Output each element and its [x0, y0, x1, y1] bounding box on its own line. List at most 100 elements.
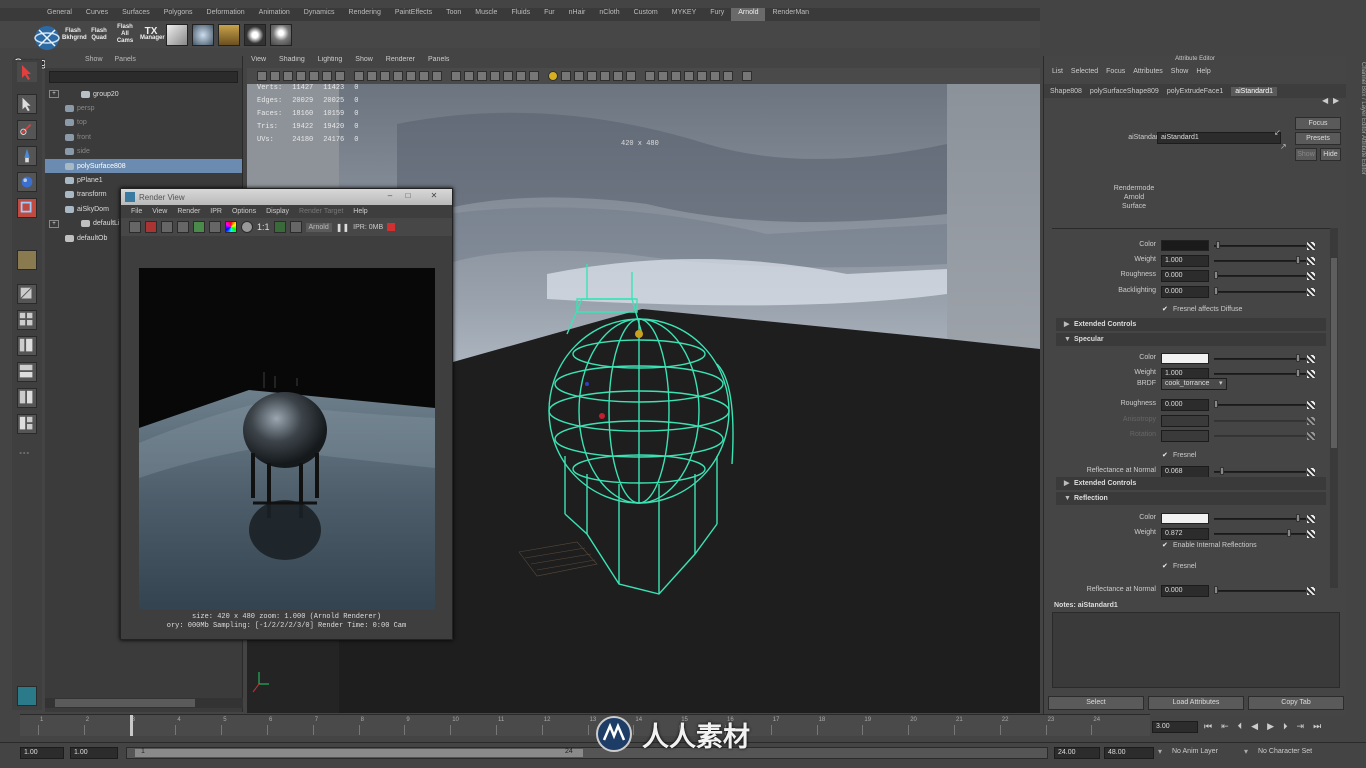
- attr-slider[interactable]: [1214, 471, 1306, 473]
- outliner-item[interactable]: top: [45, 116, 242, 130]
- section-header[interactable]: ▼ Reflection: [1056, 492, 1326, 505]
- pause-icon[interactable]: ❚❚: [336, 223, 349, 232]
- map-texture-icon[interactable]: [1307, 257, 1315, 265]
- map-texture-icon[interactable]: [1307, 432, 1315, 440]
- step-back-frame-icon[interactable]: ⏴: [1238, 721, 1243, 735]
- ipr-render-icon[interactable]: [177, 221, 189, 233]
- outliner-item[interactable]: side: [45, 145, 242, 159]
- side-dock-tabs[interactable]: Channel Box / Layer Editor Attribute Edi…: [1348, 62, 1366, 272]
- attr-slider[interactable]: [1214, 533, 1306, 535]
- viewport-tool-icon[interactable]: [432, 71, 442, 81]
- map-texture-icon[interactable]: [1307, 272, 1315, 280]
- shelf-tab-polygons[interactable]: Polygons: [157, 8, 200, 21]
- shelf-tab-curves[interactable]: Curves: [79, 8, 115, 21]
- render-view-titlebar[interactable]: Render View – □ ✕: [121, 189, 452, 205]
- shelf-tab-mykey[interactable]: MYKEY: [665, 8, 704, 21]
- viewport-tool-icon[interactable]: [322, 71, 332, 81]
- shelf-button-skydome[interactable]: [166, 23, 188, 46]
- viewport-tool-icon[interactable]: [296, 71, 306, 81]
- go-to-end-icon[interactable]: ⏭: [1313, 721, 1321, 735]
- redo-render-icon[interactable]: [129, 221, 141, 233]
- viewport-tool-icon[interactable]: [671, 71, 681, 81]
- shelf-button-mesh-light[interactable]: [270, 23, 292, 46]
- map-texture-icon[interactable]: [1307, 587, 1315, 595]
- viewport-tool-icon[interactable]: [645, 71, 655, 81]
- shelf-tab-deformation[interactable]: Deformation: [200, 8, 252, 21]
- render-menu-display[interactable]: Display: [266, 208, 289, 215]
- load-attributes-button[interactable]: Load Attributes: [1148, 696, 1244, 710]
- viewport-tool-icon[interactable]: [270, 71, 280, 81]
- viewport-tool-icon[interactable]: [257, 71, 267, 81]
- notes-field[interactable]: [1052, 612, 1340, 688]
- attr-slider[interactable]: [1214, 275, 1306, 277]
- viewport-tool-icon[interactable]: [419, 71, 429, 81]
- render-globe-icon[interactable]: [17, 686, 37, 706]
- outliner-item[interactable]: front: [45, 130, 242, 144]
- attr-slider-knob[interactable]: [1214, 287, 1218, 295]
- refresh-ipr-icon[interactable]: [193, 221, 205, 233]
- map-texture-icon[interactable]: [1307, 530, 1315, 538]
- render-menu-render-target[interactable]: Render Target: [299, 208, 343, 215]
- attr-slider-knob[interactable]: [1214, 586, 1218, 594]
- viewport-tool-icon[interactable]: [710, 71, 720, 81]
- map-texture-icon[interactable]: [1307, 355, 1315, 363]
- shelf-tab-rendering[interactable]: Rendering: [342, 8, 388, 21]
- shelf-tab-ncloth[interactable]: nCloth: [592, 8, 626, 21]
- scale-tool-icon[interactable]: [17, 198, 37, 218]
- shelf-button-flash-bkhgrnd[interactable]: Flash Bkhgrnd: [62, 24, 87, 46]
- layout-four-icon[interactable]: [17, 310, 37, 330]
- character-set-dropdown[interactable]: No Character Set: [1258, 748, 1312, 755]
- shelf-button-area-light[interactable]: [218, 23, 240, 46]
- brdf-dropdown[interactable]: cook_torrance: [1161, 378, 1227, 390]
- expand-icon[interactable]: +: [49, 219, 59, 228]
- layout-persp-graph-icon[interactable]: [17, 414, 37, 434]
- zoom-ratio-button[interactable]: 1:1: [257, 222, 270, 232]
- outliner-scrollbar[interactable]: [45, 698, 243, 708]
- attr-value-field[interactable]: 0.000: [1161, 286, 1209, 298]
- shelf-tab-arnold[interactable]: Arnold: [731, 8, 766, 21]
- move-tool-icon[interactable]: [17, 172, 37, 192]
- animation-end-field[interactable]: 48.00: [1104, 747, 1154, 759]
- viewport-menu-panels[interactable]: Panels: [428, 56, 449, 68]
- layout-hypershade-icon[interactable]: [17, 388, 37, 408]
- stop-render-icon[interactable]: [387, 223, 396, 231]
- shelf-button-flash-allcams[interactable]: Flash All Cams: [114, 24, 136, 46]
- attr-slider[interactable]: [1214, 358, 1306, 360]
- color-swatch[interactable]: [1161, 353, 1209, 364]
- checkbox-icon[interactable]: ✔: [1162, 452, 1169, 459]
- map-texture-icon[interactable]: [1307, 242, 1315, 250]
- expand-icon[interactable]: +: [49, 90, 59, 99]
- section-header[interactable]: ▶ Extended Controls: [1056, 318, 1326, 331]
- select-button[interactable]: Select: [1048, 696, 1144, 710]
- layout-graph-icon[interactable]: [17, 362, 37, 382]
- map-texture-icon[interactable]: [1307, 370, 1315, 378]
- shelf-tab-painteffects[interactable]: PaintEffects: [388, 8, 439, 21]
- shelf-tab-renderman[interactable]: RenderMan: [765, 8, 816, 21]
- render-region-icon[interactable]: [145, 221, 157, 233]
- outliner-search-field[interactable]: [49, 71, 238, 83]
- step-forward-key-icon[interactable]: ⇥: [1297, 721, 1305, 735]
- shelf-tab-general[interactable]: General: [40, 8, 79, 21]
- attr-slider[interactable]: [1214, 260, 1306, 262]
- outliner-menu-panels[interactable]: Panels: [115, 56, 136, 68]
- shelf-button-flash-quad[interactable]: Flash Quad: [88, 24, 110, 46]
- render-menu-render[interactable]: Render: [177, 208, 200, 215]
- viewport-tool-icon[interactable]: [548, 71, 558, 81]
- shelf-tab-fury[interactable]: Fury: [703, 8, 731, 21]
- attr-slider[interactable]: [1214, 404, 1306, 406]
- viewport-tool-icon[interactable]: [561, 71, 571, 81]
- checkbox-icon[interactable]: ✔: [1162, 542, 1169, 549]
- keep-image-icon[interactable]: [273, 221, 286, 233]
- shelf-tab-toon[interactable]: Toon: [439, 8, 468, 21]
- layout-outliner-icon[interactable]: [17, 336, 37, 356]
- viewport-tool-icon[interactable]: [516, 71, 526, 81]
- map-texture-icon[interactable]: [1307, 401, 1315, 409]
- viewport-tool-icon[interactable]: [503, 71, 513, 81]
- checkbox-icon[interactable]: ✔: [1162, 563, 1169, 570]
- viewport-menu-renderer[interactable]: Renderer: [386, 56, 415, 68]
- playback-end-field[interactable]: 24.00: [1054, 747, 1100, 759]
- attr-slider-knob[interactable]: [1287, 529, 1292, 537]
- attr-value-field[interactable]: 1.000: [1161, 255, 1209, 267]
- alpha-channel-icon[interactable]: [241, 221, 253, 233]
- last-tool-icon[interactable]: [17, 250, 37, 270]
